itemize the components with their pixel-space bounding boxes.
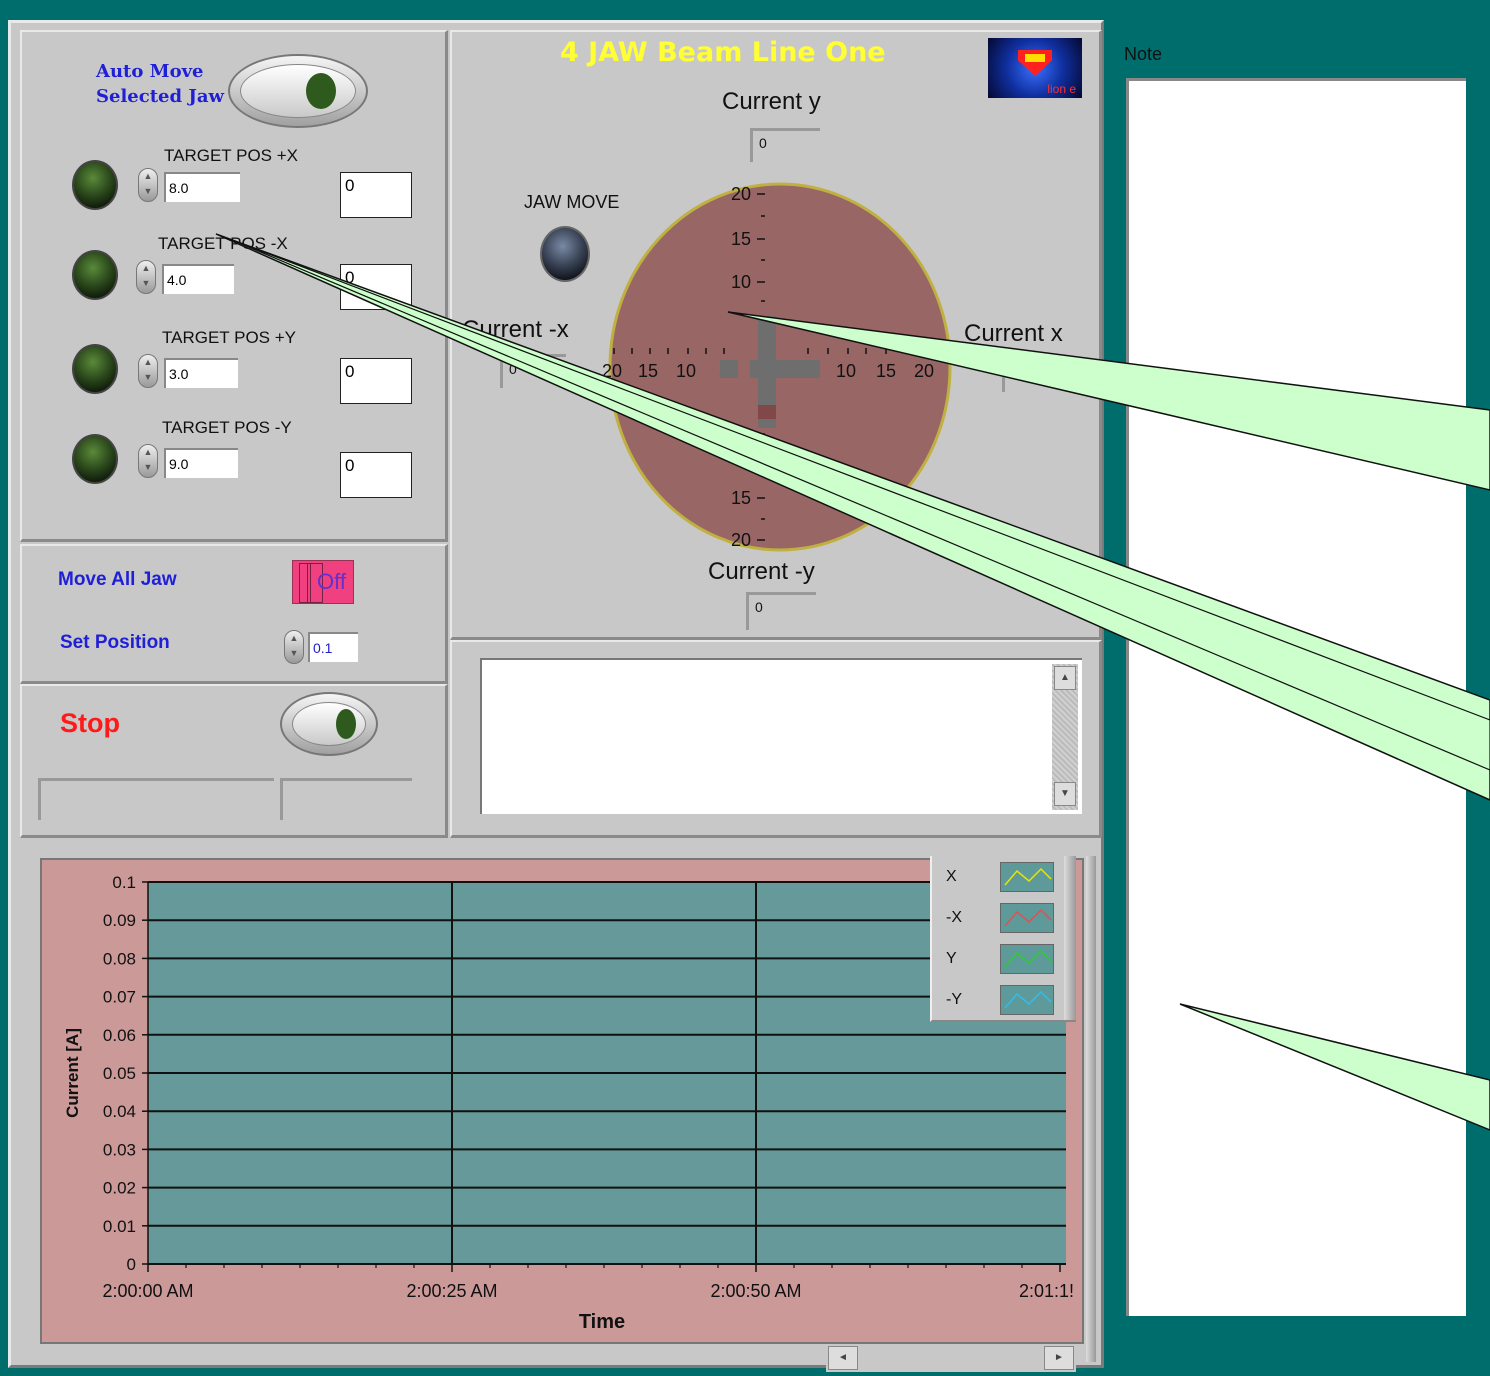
callout-note [1179,1003,1490,1131]
callout-target-pos-2 [231,239,1490,771]
callout-target-pos [215,233,1490,801]
callout-layer [215,233,1490,1131]
labview-front-panel: { "app": { "title": "4 JAW Beam Line One… [0,0,1490,1376]
